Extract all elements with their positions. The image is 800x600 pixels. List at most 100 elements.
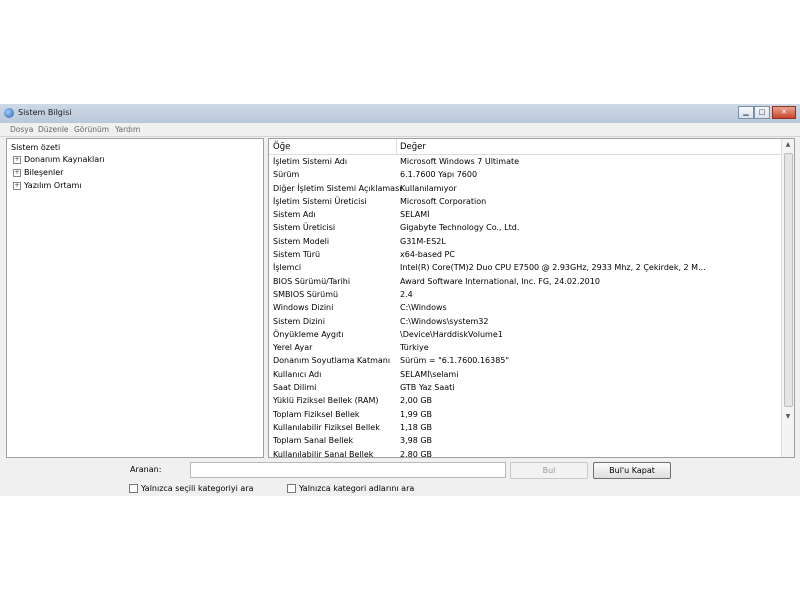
row-item-value: G31M-ES2L — [400, 236, 446, 246]
row-item-name: Diğer İşletim Sistemi Açıklaması — [273, 183, 402, 193]
menu-view[interactable]: Görünüm — [74, 125, 109, 134]
row-item-value: 2.4 — [400, 289, 413, 299]
checkbox-label: Yalnızca kategori adlarını ara — [299, 484, 415, 493]
find-button[interactable]: Bul — [510, 462, 588, 479]
table-row[interactable]: Kullanıcı Adı SELAMİ\selami — [269, 368, 782, 381]
details-list: Öğe Değer İşletim Sistemi Adı Microsoft W… — [268, 138, 795, 458]
checkbox-box[interactable] — [129, 484, 138, 493]
menu-bar: Dosya Düzenle Görünüm Yardım — [0, 123, 800, 137]
row-item-value: Award Software International, Inc. FG, 2… — [400, 276, 600, 286]
row-item-value: Microsoft Windows 7 Ultimate — [400, 157, 520, 166]
tree-item-components[interactable]: + Bileşenler — [13, 168, 63, 177]
title-bar: Sistem Bilgisi ▁ □ ✕ — [0, 104, 800, 123]
table-row[interactable]: Kullanılabilir Sanal Bellek 2,80 GB — [269, 448, 782, 458]
row-item-value: C:\Windows — [400, 303, 447, 313]
tree-item-label: Yazılım Ortamı — [24, 181, 82, 190]
menu-file[interactable]: Dosya — [10, 125, 33, 134]
expand-icon[interactable]: + — [13, 168, 21, 177]
checkbox-box[interactable] — [287, 484, 296, 493]
row-item-value: 2,80 GB — [400, 449, 433, 458]
table-row[interactable]: Toplam Fiziksel Bellek 1,99 GB — [269, 408, 782, 421]
table-row[interactable]: İşletim Sistemi Adı Microsoft Windows 7 U… — [269, 155, 782, 168]
row-item-value: GTB Yaz Saati — [400, 383, 455, 393]
search-label: Aranan: — [130, 465, 162, 474]
row-item-name: Kullanılabilir Fiziksel Bellek — [273, 422, 380, 432]
row-item-name: Sürüm — [273, 170, 300, 180]
row-item-value: 1,18 GB — [400, 422, 433, 432]
system-information-window: Sistem Bilgisi ▁ □ ✕ Dosya Düzenle Görün… — [0, 104, 800, 496]
window-title: Sistem Bilgisi — [18, 108, 72, 117]
table-row[interactable]: Toplam Sanal Bellek 3,98 GB — [269, 434, 782, 447]
row-item-name: BIOS Sürümü/Tarihi — [273, 276, 351, 286]
maximize-button[interactable]: □ — [754, 106, 770, 119]
table-row[interactable]: Sistem Dizini C:\Windows\system32 — [269, 315, 782, 328]
tree-item-hardware-resources[interactable]: + Donanım Kaynakları — [13, 155, 105, 164]
row-item-value: Microsoft Corporation — [400, 196, 487, 206]
row-item-name: Sistem Modeli — [273, 236, 330, 246]
tree-item-system-summary[interactable]: Sistem özeti — [11, 143, 60, 152]
expand-icon[interactable]: + — [13, 181, 21, 190]
menu-help[interactable]: Yardım — [115, 125, 140, 134]
row-item-value: SELAMİ — [400, 210, 430, 220]
column-header-value[interactable]: Değer — [400, 142, 426, 152]
table-row[interactable]: Windows Dizini C:\Windows — [269, 301, 782, 314]
table-row[interactable]: Diğer İşletim Sistemi Açıklaması Kullanıl… — [269, 182, 782, 195]
tree-item-software-environment[interactable]: + Yazılım Ortamı — [13, 181, 82, 190]
list-rows: İşletim Sistemi Adı Microsoft Windows 7 U… — [269, 155, 782, 458]
table-row[interactable]: Sistem Üreticisi Gigabyte Technology Co.,… — [269, 221, 782, 234]
row-item-name: Yerel Ayar — [273, 343, 313, 353]
table-row[interactable]: Önyükleme Aygıtı \Device\HarddiskVolume1 — [269, 328, 782, 341]
tree-item-label: Bileşenler — [24, 168, 64, 177]
checkbox-label: Yalnızca seçili kategoriyi ara — [141, 484, 254, 493]
row-item-value: x64-based PC — [400, 250, 455, 260]
table-row[interactable]: Saat Dilimi GTB Yaz Saati — [269, 381, 782, 394]
table-row[interactable]: Sistem Adı SELAMİ — [269, 208, 782, 221]
list-header: Öğe Değer — [269, 139, 782, 155]
row-item-name: Yüklü Fiziksel Bellek (RAM) — [273, 396, 379, 406]
row-item-value: Kullanılamıyor — [400, 183, 457, 193]
row-item-value: 6.1.7600 Yapı 7600 — [400, 170, 478, 180]
table-row[interactable]: Sürüm 6.1.7600 Yapı 7600 — [269, 168, 782, 181]
scroll-thumb[interactable] — [784, 153, 793, 407]
close-button[interactable]: ✕ — [772, 106, 796, 119]
row-item-value: Türkiye — [400, 343, 429, 353]
row-item-value: \Device\HarddiskVolume1 — [400, 329, 503, 339]
row-item-name: İşletim Sistemi Adı — [273, 157, 348, 166]
table-row[interactable]: Yerel Ayar Türkiye — [269, 341, 782, 354]
search-category-names-checkbox[interactable]: Yalnızca kategori adlarını ara — [287, 484, 414, 493]
column-header-item[interactable]: Öğe — [273, 142, 290, 152]
menu-edit[interactable]: Düzenle — [38, 125, 69, 134]
row-item-value: Sürüm = "6.1.7600.16385" — [400, 356, 510, 366]
scroll-up-icon[interactable]: ▲ — [782, 139, 794, 151]
minimize-button[interactable]: ▁ — [738, 106, 754, 119]
row-item-name: İşlemci — [273, 263, 302, 273]
table-row[interactable]: Sistem Modeli G31M-ES2L — [269, 235, 782, 248]
row-item-value: Gigabyte Technology Co., Ltd. — [400, 223, 520, 233]
search-input[interactable] — [190, 462, 506, 478]
row-item-value: SELAMİ\selami — [400, 369, 459, 379]
search-selected-category-checkbox[interactable]: Yalnızca seçili kategoriyi ara — [129, 484, 253, 493]
table-row[interactable]: Sistem Türü x64-based PC — [269, 248, 782, 261]
vertical-scrollbar[interactable]: ▲ ▼ — [781, 139, 794, 457]
tree-item-label: Donanım Kaynakları — [24, 155, 105, 164]
row-item-name: Donanım Soyutlama Katmanı — [273, 356, 391, 366]
table-row[interactable]: BIOS Sürümü/Tarihi Award Software Interna… — [269, 275, 782, 288]
row-item-name: Önyükleme Aygıtı — [273, 329, 344, 339]
row-item-name: Kullanılabilir Sanal Bellek — [273, 449, 374, 458]
column-divider[interactable] — [396, 139, 397, 154]
row-item-name: Sistem Üreticisi — [273, 223, 336, 233]
table-row[interactable]: Kullanılabilir Fiziksel Bellek 1,18 GB — [269, 421, 782, 434]
table-row[interactable]: İşlemci Intel(R) Core(TM)2 Duo CPU E7500 … — [269, 261, 782, 274]
row-item-value: 3,98 GB — [400, 436, 433, 446]
table-row[interactable]: Donanım Soyutlama Katmanı Sürüm = "6.1.76… — [269, 354, 782, 367]
table-row[interactable]: İşletim Sistemi Üreticisi Microsoft Corpo… — [269, 195, 782, 208]
scroll-down-icon[interactable]: ▼ — [782, 411, 794, 423]
category-tree: Sistem özeti + Donanım Kaynakları + Bileşe… — [6, 138, 264, 458]
row-item-name: Toplam Fiziksel Bellek — [273, 409, 360, 419]
table-row[interactable]: Yüklü Fiziksel Bellek (RAM) 2,00 GB — [269, 394, 782, 407]
close-find-button[interactable]: Bul'u Kapat — [593, 462, 671, 479]
expand-icon[interactable]: + — [13, 155, 21, 164]
table-row[interactable]: SMBIOS Sürümü 2.4 — [269, 288, 782, 301]
row-item-value: 1,99 GB — [400, 409, 433, 419]
row-item-value: C:\Windows\system32 — [400, 316, 489, 326]
